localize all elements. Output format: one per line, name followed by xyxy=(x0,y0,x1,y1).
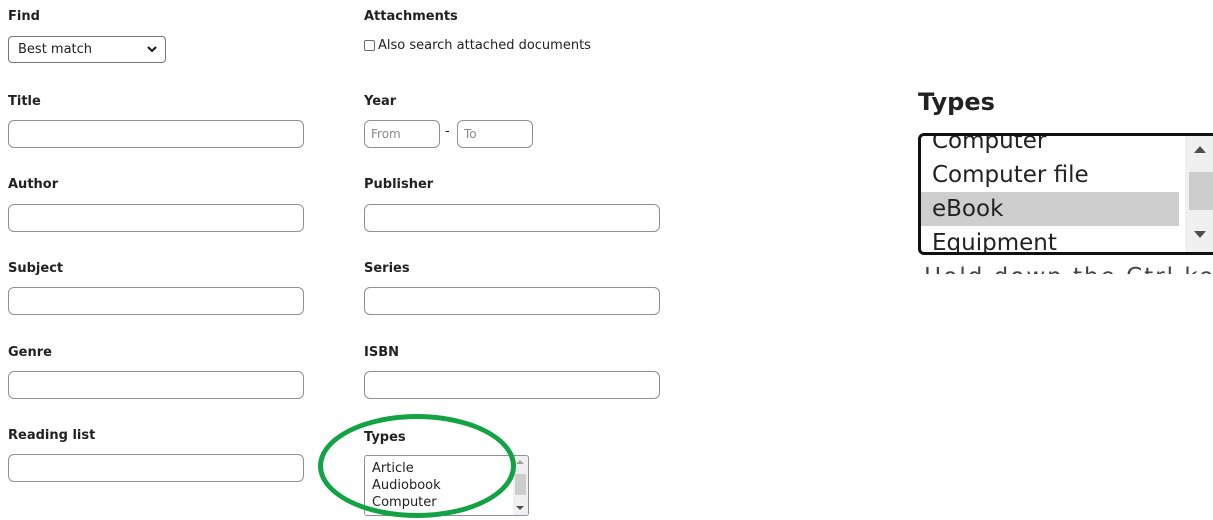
author-input[interactable] xyxy=(8,204,304,232)
find-select[interactable]: Best match xyxy=(8,36,166,63)
isbn-label: ISBN xyxy=(364,345,399,360)
year-separator: - xyxy=(445,124,450,139)
attachments-label: Attachments xyxy=(364,9,458,24)
zoom-types-title: Types xyxy=(918,88,995,116)
genre-label: Genre xyxy=(8,345,52,360)
scroll-up-arrow-icon[interactable] xyxy=(516,460,524,464)
year-label: Year xyxy=(364,94,397,109)
zoom-hint-text-cropped: Hold down the Ctrl key f xyxy=(918,262,1213,274)
find-selected-value: Best match xyxy=(18,42,93,57)
attachments-checkbox-row[interactable]: Also search attached documents xyxy=(364,38,591,53)
zoom-hint-text: Hold down the Ctrl key f xyxy=(924,264,1213,274)
title-input[interactable] xyxy=(8,120,304,148)
subject-label: Subject xyxy=(8,261,64,276)
genre-input[interactable] xyxy=(8,371,304,399)
highlight-oval-annotation xyxy=(318,414,516,518)
scrollbar-thumb[interactable] xyxy=(515,474,526,495)
publisher-input[interactable] xyxy=(364,204,660,232)
series-label: Series xyxy=(364,261,410,276)
chevron-down-icon xyxy=(147,46,157,53)
zoom-types-scrollbar[interactable] xyxy=(1185,136,1213,252)
zoom-types-option-selected[interactable]: eBook xyxy=(921,192,1179,226)
zoom-types-listbox[interactable]: Computer Computer file eBook Equipment xyxy=(918,133,1213,255)
year-from-input[interactable]: From xyxy=(364,120,440,148)
attachments-checkbox-label: Also search attached documents xyxy=(378,38,591,53)
isbn-input[interactable] xyxy=(364,371,660,399)
find-label: Find xyxy=(8,9,40,24)
scrollbar-thumb[interactable] xyxy=(1189,172,1213,210)
attachments-checkbox[interactable] xyxy=(364,40,375,51)
zoom-types-option[interactable]: Equipment xyxy=(921,226,1179,252)
reading-list-label: Reading list xyxy=(8,428,96,443)
zoom-types-option[interactable]: Computer file xyxy=(921,158,1179,192)
reading-list-input[interactable] xyxy=(8,454,304,482)
title-label: Title xyxy=(8,94,41,109)
series-input[interactable] xyxy=(364,287,660,315)
scroll-down-arrow-icon[interactable] xyxy=(1194,231,1206,238)
scroll-down-arrow-icon[interactable] xyxy=(516,506,524,510)
year-to-input[interactable]: To xyxy=(457,120,533,148)
publisher-label: Publisher xyxy=(364,177,434,192)
subject-input[interactable] xyxy=(8,287,304,315)
author-label: Author xyxy=(8,177,59,192)
scroll-up-arrow-icon[interactable] xyxy=(1194,146,1206,153)
zoom-types-option[interactable]: Computer xyxy=(921,136,1179,158)
